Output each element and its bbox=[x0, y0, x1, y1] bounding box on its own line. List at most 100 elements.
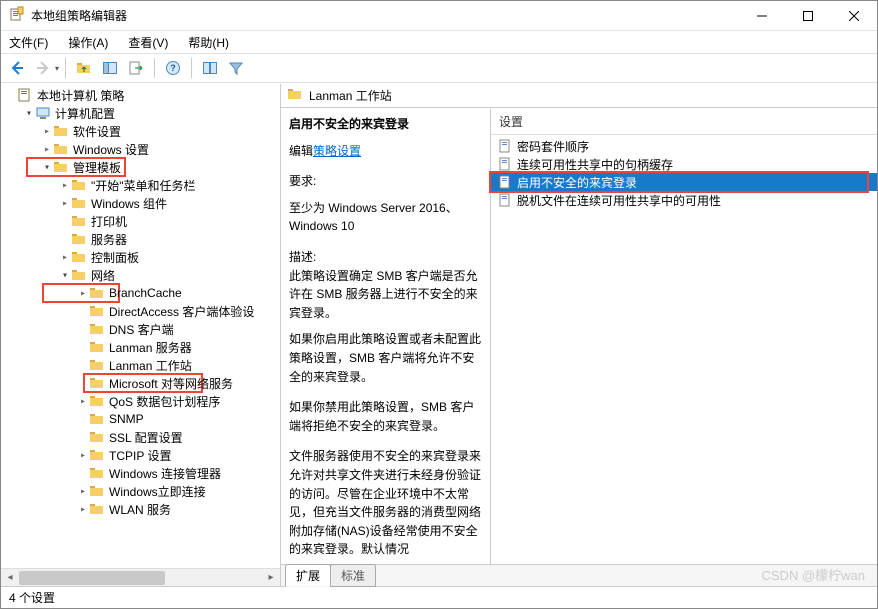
details-header: Lanman 工作站 bbox=[281, 84, 877, 108]
history-dropdown-icon[interactable]: ▾ bbox=[55, 64, 59, 73]
folder-icon bbox=[89, 375, 105, 391]
tree-label: DirectAccess 客户端体验设 bbox=[109, 303, 254, 320]
folder-icon bbox=[89, 465, 105, 481]
tree-label: BranchCache bbox=[109, 286, 182, 300]
folder-icon bbox=[89, 303, 105, 319]
forward-button[interactable] bbox=[31, 56, 55, 80]
tree-network[interactable]: ▾网络 bbox=[1, 266, 280, 284]
list-item[interactable]: 连续可用性共享中的句柄缓存 bbox=[491, 155, 877, 173]
tree-branchcache[interactable]: ▸BranchCache bbox=[1, 284, 280, 302]
back-button[interactable] bbox=[5, 56, 29, 80]
tree-control-panel[interactable]: ▸控制面板 bbox=[1, 248, 280, 266]
column-header-setting[interactable]: 设置 bbox=[491, 109, 877, 135]
tree-wlan[interactable]: ▸WLAN 服务 bbox=[1, 500, 280, 518]
tree-label: 计算机配置 bbox=[55, 105, 115, 122]
tree-dns-client[interactable]: DNS 客户端 bbox=[1, 320, 280, 338]
menubar: 文件(F) 操作(A) 查看(V) 帮助(H) bbox=[1, 31, 877, 53]
tree-tcpip[interactable]: ▸TCPIP 设置 bbox=[1, 446, 280, 464]
filter-button[interactable] bbox=[224, 56, 248, 80]
details-header-title: Lanman 工作站 bbox=[309, 87, 392, 104]
tab-standard[interactable]: 标准 bbox=[330, 564, 376, 587]
up-button[interactable] bbox=[72, 56, 96, 80]
tree-label: Windows 连接管理器 bbox=[109, 465, 221, 482]
folder-icon bbox=[53, 141, 69, 157]
export-button[interactable] bbox=[124, 56, 148, 80]
settings-list-panel: 设置 密码套件顺序 连续可用性共享中的句柄缓存 启用不安全的来宾登录 bbox=[491, 109, 877, 564]
list-item-label: 启用不安全的来宾登录 bbox=[517, 174, 637, 191]
tree-label: 软件设置 bbox=[73, 123, 121, 140]
folder-icon bbox=[89, 447, 105, 463]
tree-directaccess[interactable]: DirectAccess 客户端体验设 bbox=[1, 302, 280, 320]
tree-windows-now[interactable]: ▸Windows立即连接 bbox=[1, 482, 280, 500]
titlebar: 本地组策略编辑器 bbox=[1, 1, 877, 31]
scroll-thumb[interactable] bbox=[19, 571, 165, 585]
list-item-label: 脱机文件在连续可用性共享中的可用性 bbox=[517, 192, 721, 209]
menu-view[interactable]: 查看(V) bbox=[126, 32, 170, 53]
tree-server[interactable]: 服务器 bbox=[1, 230, 280, 248]
tab-extended[interactable]: 扩展 bbox=[285, 564, 331, 587]
tree-printers[interactable]: 打印机 bbox=[1, 212, 280, 230]
scroll-left-button[interactable]: ◂ bbox=[1, 569, 19, 587]
toolbar: ▾ ? bbox=[1, 53, 877, 83]
tree-wcm[interactable]: Windows 连接管理器 bbox=[1, 464, 280, 482]
list-item[interactable]: 脱机文件在连续可用性共享中的可用性 bbox=[491, 191, 877, 209]
folder-icon bbox=[71, 177, 87, 193]
tree-lanman-workstation[interactable]: Lanman 工作站 bbox=[1, 356, 280, 374]
folder-icon bbox=[53, 159, 69, 175]
description-panel: 启用不安全的来宾登录 编辑策略设置 要求: 至少为 Windows Server… bbox=[281, 109, 491, 564]
setting-icon bbox=[497, 138, 513, 154]
policy-icon bbox=[17, 87, 33, 103]
details-panel: Lanman 工作站 启用不安全的来宾登录 编辑策略设置 要求: 至少为 Win… bbox=[281, 84, 877, 586]
tree-root[interactable]: 本地计算机 策略 bbox=[1, 86, 280, 104]
tree-label: Microsoft 对等网络服务 bbox=[109, 375, 233, 392]
show-hide-tree-button[interactable] bbox=[98, 56, 122, 80]
setting-icon bbox=[497, 174, 513, 190]
list-item[interactable]: 密码套件顺序 bbox=[491, 137, 877, 155]
tree-label: SNMP bbox=[109, 412, 144, 426]
tree-admin-templates[interactable]: ▾ 管理模板 bbox=[1, 158, 280, 176]
help-button[interactable]: ? bbox=[161, 56, 185, 80]
filter-options-button[interactable] bbox=[198, 56, 222, 80]
list-item-selected[interactable]: 启用不安全的来宾登录 bbox=[491, 173, 877, 191]
window-title: 本地组策略编辑器 bbox=[31, 7, 739, 24]
tree-software-settings[interactable]: ▸ 软件设置 bbox=[1, 122, 280, 140]
scroll-right-button[interactable]: ▸ bbox=[262, 569, 280, 587]
tree-label: WLAN 服务 bbox=[109, 501, 171, 518]
tree-label: 控制面板 bbox=[91, 249, 139, 266]
tree-lanman-server[interactable]: Lanman 服务器 bbox=[1, 338, 280, 356]
tree-horizontal-scrollbar[interactable]: ◂ ▸ bbox=[1, 568, 280, 586]
folder-icon bbox=[89, 321, 105, 337]
status-count: 4 个设置 bbox=[9, 589, 55, 606]
maximize-button[interactable] bbox=[785, 1, 831, 30]
tree-label: "开始"菜单和任务栏 bbox=[91, 177, 196, 194]
settings-list[interactable]: 密码套件顺序 连续可用性共享中的句柄缓存 启用不安全的来宾登录 脱机文 bbox=[491, 135, 877, 564]
edit-policy-link[interactable]: 策略设置 bbox=[313, 144, 361, 158]
folder-icon bbox=[71, 231, 87, 247]
menu-action[interactable]: 操作(A) bbox=[66, 32, 110, 53]
list-item-label: 密码套件顺序 bbox=[517, 138, 589, 155]
menu-help[interactable]: 帮助(H) bbox=[186, 32, 231, 53]
app-icon bbox=[9, 6, 25, 25]
tree-ssl-config[interactable]: SSL 配置设置 bbox=[1, 428, 280, 446]
minimize-button[interactable] bbox=[739, 1, 785, 30]
setting-icon bbox=[497, 192, 513, 208]
tree-start-menu[interactable]: ▸"开始"菜单和任务栏 bbox=[1, 176, 280, 194]
tree-computer-config[interactable]: ▾ 计算机配置 bbox=[1, 104, 280, 122]
folder-icon bbox=[89, 393, 105, 409]
tree-windows-components[interactable]: ▸Windows 组件 bbox=[1, 194, 280, 212]
tree-windows-settings[interactable]: ▸ Windows 设置 bbox=[1, 140, 280, 158]
list-item-label: 连续可用性共享中的句柄缓存 bbox=[517, 156, 673, 173]
tree-qos[interactable]: ▸QoS 数据包计划程序 bbox=[1, 392, 280, 410]
menu-file[interactable]: 文件(F) bbox=[7, 32, 50, 53]
description-p1: 此策略设置确定 SMB 客户端是否允许在 SMB 服务器上进行不安全的来宾登录。 bbox=[289, 267, 482, 323]
folder-icon bbox=[71, 213, 87, 229]
tree-label: SSL 配置设置 bbox=[109, 429, 183, 446]
tree-panel: 本地计算机 策略 ▾ 计算机配置 ▸ 软件设置 ▸ Windows 设置 bbox=[1, 84, 281, 586]
close-button[interactable] bbox=[831, 1, 877, 30]
tree-microsoft-p2p[interactable]: Microsoft 对等网络服务 bbox=[1, 374, 280, 392]
computer-icon bbox=[35, 105, 51, 121]
tree[interactable]: 本地计算机 策略 ▾ 计算机配置 ▸ 软件设置 ▸ Windows 设置 bbox=[1, 84, 280, 568]
selected-setting-title: 启用不安全的来宾登录 bbox=[289, 117, 409, 131]
tree-snmp[interactable]: SNMP bbox=[1, 410, 280, 428]
tree-label: Windows 设置 bbox=[73, 141, 149, 158]
